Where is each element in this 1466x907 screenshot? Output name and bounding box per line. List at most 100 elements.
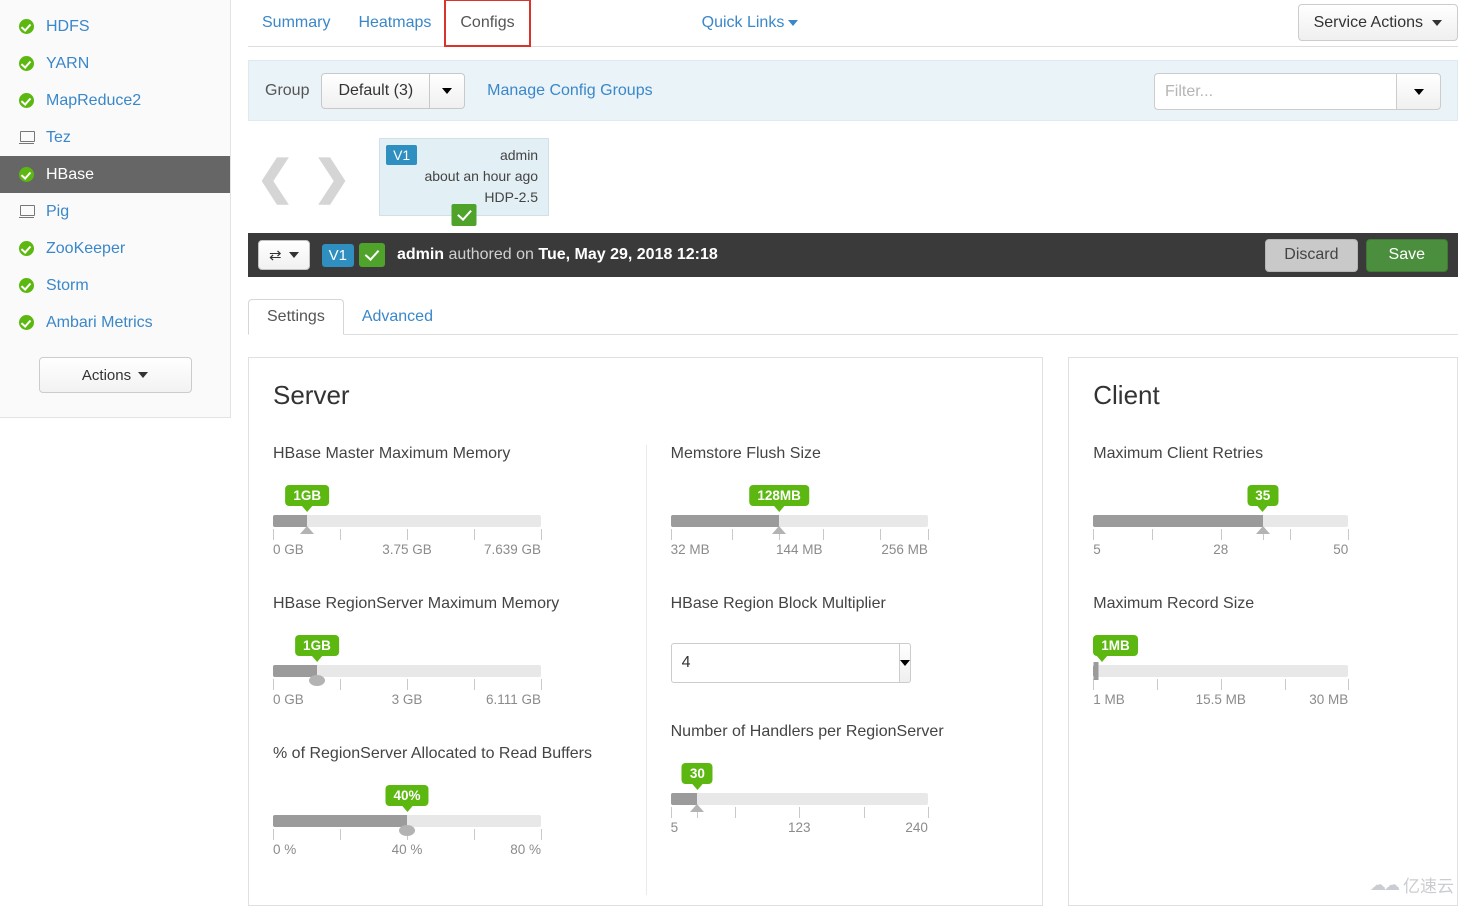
slider-handle[interactable] (308, 675, 325, 686)
slider-tick-label-end: 256 MB (881, 542, 928, 557)
version-bar-buttons: Discard Save (1265, 238, 1448, 272)
tab-configs[interactable]: Configs (444, 0, 531, 47)
config-field-label: Maximum Record Size (1093, 595, 1255, 612)
slider-tick-label-start: 5 (670, 820, 679, 835)
chevron-down-icon (138, 372, 149, 378)
main-content: Summary Heatmaps Configs Quick Links Servi… (231, 0, 1466, 907)
slider-track[interactable] (1093, 515, 1349, 527)
config-slider[interactable]: 1MB 1 MB 15.5 MB 30 MB (1093, 635, 1350, 707)
tab-summary[interactable]: Summary (248, 0, 344, 46)
watermark: ☁☁ 亿速云 (1370, 872, 1454, 897)
config-tab-advanced[interactable]: Advanced (344, 299, 451, 334)
sidebar-item-label: Ambari Metrics (46, 313, 153, 331)
config-slider[interactable]: 128MB 32 MB 144 MB 256 MB (670, 485, 939, 557)
sidebar-item-hbase[interactable]: HBase (0, 156, 230, 193)
version-bar-badge: V1 (321, 243, 354, 267)
slider-value-bubble: 1GB (285, 485, 330, 506)
slider-value-bubble: 40% (385, 785, 429, 806)
config-slider[interactable]: 1GB 0 GB 3 GB 6.111 GB (273, 635, 542, 707)
sidebar-item-pig[interactable]: Pig (0, 193, 230, 230)
slider-tick-label-mid: 144 MB (775, 542, 823, 557)
quick-links-dropdown[interactable]: Quick Links (702, 0, 799, 46)
slider-value-bubble: 30 (681, 763, 713, 784)
slider-tick-label-end: 7.639 GB (483, 542, 541, 557)
carousel-prev-icon[interactable]: ❮ (256, 154, 295, 200)
sidebar-item-yarn[interactable]: YARN (0, 45, 230, 82)
config-group-dropdown-arrow[interactable] (430, 72, 466, 109)
filter-control (1154, 73, 1441, 110)
ambari-configs-page: HDFS YARN MapReduce2 Tez HBase Pig ZooKeeper St… (0, 0, 1466, 907)
config-tab-settings[interactable]: Settings (248, 299, 344, 335)
slider-track[interactable] (670, 793, 928, 805)
filter-input[interactable] (1154, 73, 1396, 110)
sidebar-item-ambari-metrics[interactable]: Ambari Metrics (0, 304, 230, 341)
version-card[interactable]: V1 admin about an hour ago HDP-2.5 (379, 138, 550, 226)
config-slider[interactable]: 40% 0 % 40 % 80 % (273, 785, 542, 857)
chevron-down-icon (288, 252, 299, 258)
sidebar-actions-button[interactable]: Actions (38, 357, 192, 393)
slider-track[interactable] (670, 515, 928, 527)
server-panel-columns: HBase Master Maximum Memory 1GB 0 GB 3.75 G… (273, 445, 1018, 895)
config-field-label: HBase Region Block Multiplier (670, 595, 886, 612)
sidebar-actions-label: Actions (81, 366, 132, 384)
save-button[interactable]: Save (1365, 238, 1448, 272)
tab-heatmaps[interactable]: Heatmaps (344, 0, 445, 46)
config-panels: Server HBase Master Maximum Memory 1GB 0 G… (248, 357, 1458, 906)
slider-value-bubble: 1MB (1093, 635, 1138, 656)
compare-versions-button[interactable]: ⇄ (258, 240, 310, 270)
sidebar-item-label: HDFS (46, 17, 90, 35)
config-slider[interactable]: 35 5 28 50 (1093, 485, 1350, 557)
slider-handle[interactable] (690, 804, 705, 812)
server-left-column: HBase Master Maximum Memory 1GB 0 GB 3.75 G… (273, 445, 647, 895)
sidebar-item-label: MapReduce2 (46, 91, 142, 109)
chevron-down-icon (899, 660, 910, 666)
slider-ticks (1093, 679, 1350, 690)
slider-tick-label-mid: 3 GB (391, 692, 423, 707)
config-field: HBase Region Block Multiplier (670, 595, 1019, 683)
sidebar-item-label: Pig (46, 202, 70, 220)
slider-track[interactable] (1093, 665, 1349, 677)
client-monitor-icon (14, 205, 38, 218)
slider-handle[interactable] (772, 526, 787, 534)
version-timestamp: Tue, May 29, 2018 12:18 (538, 246, 718, 263)
manage-config-groups-link[interactable]: Manage Config Groups (487, 82, 652, 100)
slider-tick-label-end: 50 (1333, 542, 1349, 557)
config-slider[interactable]: 1GB 0 GB 3.75 GB 7.639 GB (273, 485, 542, 557)
config-combo-input[interactable] (670, 643, 899, 683)
slider-fill (273, 815, 407, 827)
filter-dropdown-arrow[interactable] (1396, 73, 1441, 110)
slider-ticks (670, 529, 939, 540)
shuffle-icon: ⇄ (269, 246, 282, 264)
slider-tick-label-start: 5 (1093, 542, 1101, 557)
slider-handle[interactable] (1093, 662, 1099, 680)
sidebar-item-storm[interactable]: Storm (0, 267, 230, 304)
slider-tick-label-mid: 123 (787, 820, 811, 835)
slider-tick-label-start: 0 GB (273, 692, 304, 707)
slider-tick-label-mid: 40 % (391, 842, 423, 857)
watermark-text: 亿速云 (1403, 877, 1454, 896)
slider-handle[interactable] (300, 526, 315, 534)
sidebar-item-mapreduce2[interactable]: MapReduce2 (0, 82, 230, 119)
group-label: Group (265, 81, 310, 99)
client-panel-title: Client (1093, 380, 1160, 410)
service-actions-button[interactable]: Service Actions (1297, 4, 1458, 41)
sidebar-item-zookeeper[interactable]: ZooKeeper (0, 230, 230, 267)
config-slider[interactable]: 30 5 123 240 (670, 763, 939, 835)
sidebar-actions-wrap: Actions (0, 357, 230, 393)
sidebar-item-label: Tez (46, 128, 71, 146)
sidebar-item-label: HBase (46, 165, 95, 183)
slider-handle[interactable] (399, 825, 415, 836)
carousel-next-icon[interactable]: ❯ (313, 154, 352, 200)
discard-button[interactable]: Discard (1265, 238, 1358, 272)
sidebar-item-label: ZooKeeper (46, 239, 126, 257)
slider-handle[interactable] (1255, 526, 1270, 534)
slider-tick-label-end: 6.111 GB (485, 692, 541, 707)
config-field: HBase Master Maximum Memory 1GB 0 GB 3.75 G… (273, 445, 621, 557)
config-group-value[interactable]: Default (3) (321, 72, 431, 109)
version-card-badge: V1 (386, 145, 418, 165)
config-group-select[interactable]: Default (3) (321, 72, 466, 109)
config-combo-arrow[interactable] (898, 643, 911, 683)
sidebar-item-tez[interactable]: Tez (0, 119, 230, 156)
sidebar-item-hdfs[interactable]: HDFS (0, 8, 230, 45)
services-sidebar: HDFS YARN MapReduce2 Tez HBase Pig ZooKeeper St… (0, 0, 231, 418)
